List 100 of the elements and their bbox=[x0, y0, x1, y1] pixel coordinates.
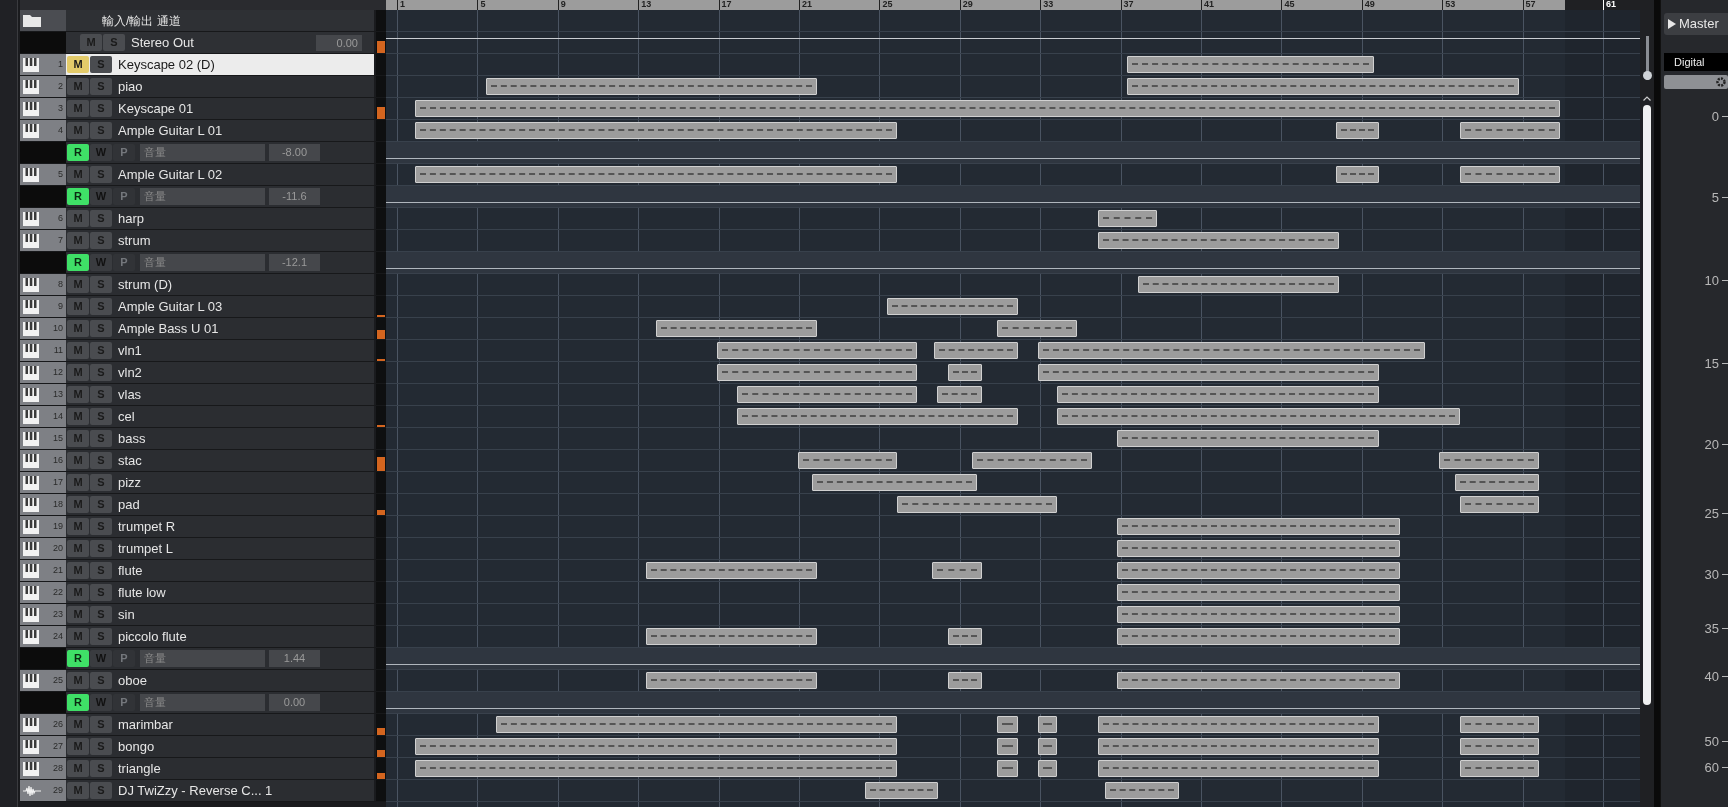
parameter-value[interactable]: -12.1 bbox=[269, 254, 320, 271]
parameter-field[interactable]: 音量 bbox=[140, 254, 265, 271]
midi-part[interactable] bbox=[1335, 122, 1379, 139]
read-button[interactable]: R bbox=[67, 694, 89, 711]
midi-part[interactable] bbox=[415, 738, 897, 755]
midi-part[interactable] bbox=[947, 672, 982, 689]
midi-part[interactable] bbox=[415, 166, 897, 183]
volume-value[interactable]: 0.00 bbox=[316, 34, 362, 51]
midi-part[interactable] bbox=[887, 298, 1019, 315]
preview-button[interactable]: P bbox=[113, 188, 135, 205]
midi-part[interactable] bbox=[1038, 364, 1379, 381]
settings-button[interactable] bbox=[1664, 75, 1728, 89]
midi-part[interactable] bbox=[485, 78, 817, 95]
midi-part[interactable] bbox=[934, 342, 1019, 359]
midi-part[interactable] bbox=[1460, 760, 1540, 777]
midi-part[interactable] bbox=[1097, 738, 1379, 755]
piano-keys-icon bbox=[23, 387, 39, 402]
midi-part[interactable] bbox=[1117, 430, 1379, 447]
midi-part[interactable] bbox=[415, 760, 897, 777]
midi-part[interactable] bbox=[997, 716, 1019, 733]
parameter-field[interactable]: 音量 bbox=[140, 694, 265, 711]
midi-part[interactable] bbox=[797, 452, 897, 469]
parameter-value[interactable]: -11.6 bbox=[269, 188, 320, 205]
midi-part[interactable] bbox=[971, 452, 1093, 469]
midi-part[interactable] bbox=[1127, 78, 1519, 95]
meter-scale-label: 40 bbox=[1704, 669, 1719, 683]
track-name: triangle bbox=[118, 759, 161, 778]
midi-part[interactable] bbox=[1439, 452, 1540, 469]
midi-part[interactable] bbox=[997, 760, 1019, 777]
midi-part[interactable] bbox=[1038, 738, 1057, 755]
track-number: 5 bbox=[58, 167, 63, 181]
parameter-value[interactable]: 1.44 bbox=[269, 650, 320, 667]
read-button[interactable]: R bbox=[67, 254, 89, 271]
parameter-field[interactable]: 音量 bbox=[140, 650, 265, 667]
midi-part[interactable] bbox=[415, 100, 1561, 117]
midi-part[interactable] bbox=[1460, 122, 1561, 139]
midi-part[interactable] bbox=[947, 364, 982, 381]
midi-part[interactable] bbox=[1335, 166, 1379, 183]
midi-part[interactable] bbox=[1460, 166, 1561, 183]
preview-button[interactable]: P bbox=[113, 254, 135, 271]
read-button[interactable]: R bbox=[67, 650, 89, 667]
midi-part[interactable] bbox=[1117, 584, 1400, 601]
parameter-field[interactable]: 音量 bbox=[140, 188, 265, 205]
midi-part[interactable] bbox=[1097, 210, 1158, 227]
midi-part[interactable] bbox=[1038, 716, 1057, 733]
midi-part[interactable] bbox=[1460, 716, 1540, 733]
midi-part[interactable] bbox=[645, 562, 817, 579]
parameter-value[interactable]: 0.00 bbox=[269, 694, 320, 711]
midi-part[interactable] bbox=[737, 408, 1019, 425]
midi-part[interactable] bbox=[1117, 562, 1400, 579]
parameter-value[interactable]: -8.00 bbox=[269, 144, 320, 161]
midi-part[interactable] bbox=[1038, 760, 1057, 777]
midi-part[interactable] bbox=[737, 386, 917, 403]
midi-part[interactable] bbox=[1117, 628, 1400, 645]
midi-part[interactable] bbox=[947, 628, 982, 645]
midi-part[interactable] bbox=[812, 474, 978, 491]
midi-part[interactable] bbox=[936, 386, 982, 403]
midi-part[interactable] bbox=[645, 672, 817, 689]
midi-part[interactable] bbox=[1454, 474, 1540, 491]
scrollbar-thumb[interactable] bbox=[1643, 105, 1651, 705]
mute-button[interactable]: M bbox=[67, 56, 89, 73]
midi-part[interactable] bbox=[717, 342, 917, 359]
piano-keys-icon bbox=[23, 233, 39, 248]
midi-part[interactable] bbox=[1117, 518, 1400, 535]
midi-part[interactable] bbox=[1138, 276, 1339, 293]
midi-part[interactable] bbox=[1097, 716, 1379, 733]
midi-part[interactable] bbox=[717, 364, 917, 381]
read-button[interactable]: R bbox=[67, 144, 89, 161]
midi-part[interactable] bbox=[997, 738, 1019, 755]
audio-event[interactable] bbox=[865, 782, 938, 799]
midi-part[interactable] bbox=[1117, 606, 1400, 623]
midi-part[interactable] bbox=[655, 320, 817, 337]
midi-part[interactable] bbox=[1117, 672, 1400, 689]
midi-part[interactable] bbox=[997, 320, 1077, 337]
preview-button[interactable]: P bbox=[113, 694, 135, 711]
midi-part[interactable] bbox=[932, 562, 982, 579]
midi-part[interactable] bbox=[645, 628, 817, 645]
midi-part[interactable] bbox=[1460, 738, 1540, 755]
master-button[interactable]: Master bbox=[1664, 13, 1728, 35]
track-name: Ample Guitar L 03 bbox=[118, 297, 223, 316]
midi-part[interactable] bbox=[1117, 540, 1400, 557]
midi-part[interactable] bbox=[1038, 342, 1425, 359]
audio-event[interactable] bbox=[1105, 782, 1180, 799]
midi-part[interactable] bbox=[1056, 386, 1379, 403]
midi-part[interactable] bbox=[415, 122, 897, 139]
midi-part[interactable] bbox=[1127, 56, 1375, 73]
zoom-slider-fill[interactable] bbox=[1642, 71, 1652, 80]
preview-button[interactable]: P bbox=[113, 144, 135, 161]
read-button[interactable]: R bbox=[67, 188, 89, 205]
midi-part[interactable] bbox=[1056, 408, 1461, 425]
zoom-slider[interactable] bbox=[1642, 36, 1652, 80]
midi-part[interactable] bbox=[897, 496, 1057, 513]
midi-part[interactable] bbox=[495, 716, 897, 733]
bar-number: 5 bbox=[477, 0, 486, 10]
midi-part[interactable] bbox=[1097, 760, 1379, 777]
scroll-up-icon[interactable] bbox=[1643, 96, 1651, 101]
parameter-field[interactable]: 音量 bbox=[140, 144, 265, 161]
midi-part[interactable] bbox=[1460, 496, 1540, 513]
midi-part[interactable] bbox=[1097, 232, 1339, 249]
preview-button[interactable]: P bbox=[113, 650, 135, 667]
